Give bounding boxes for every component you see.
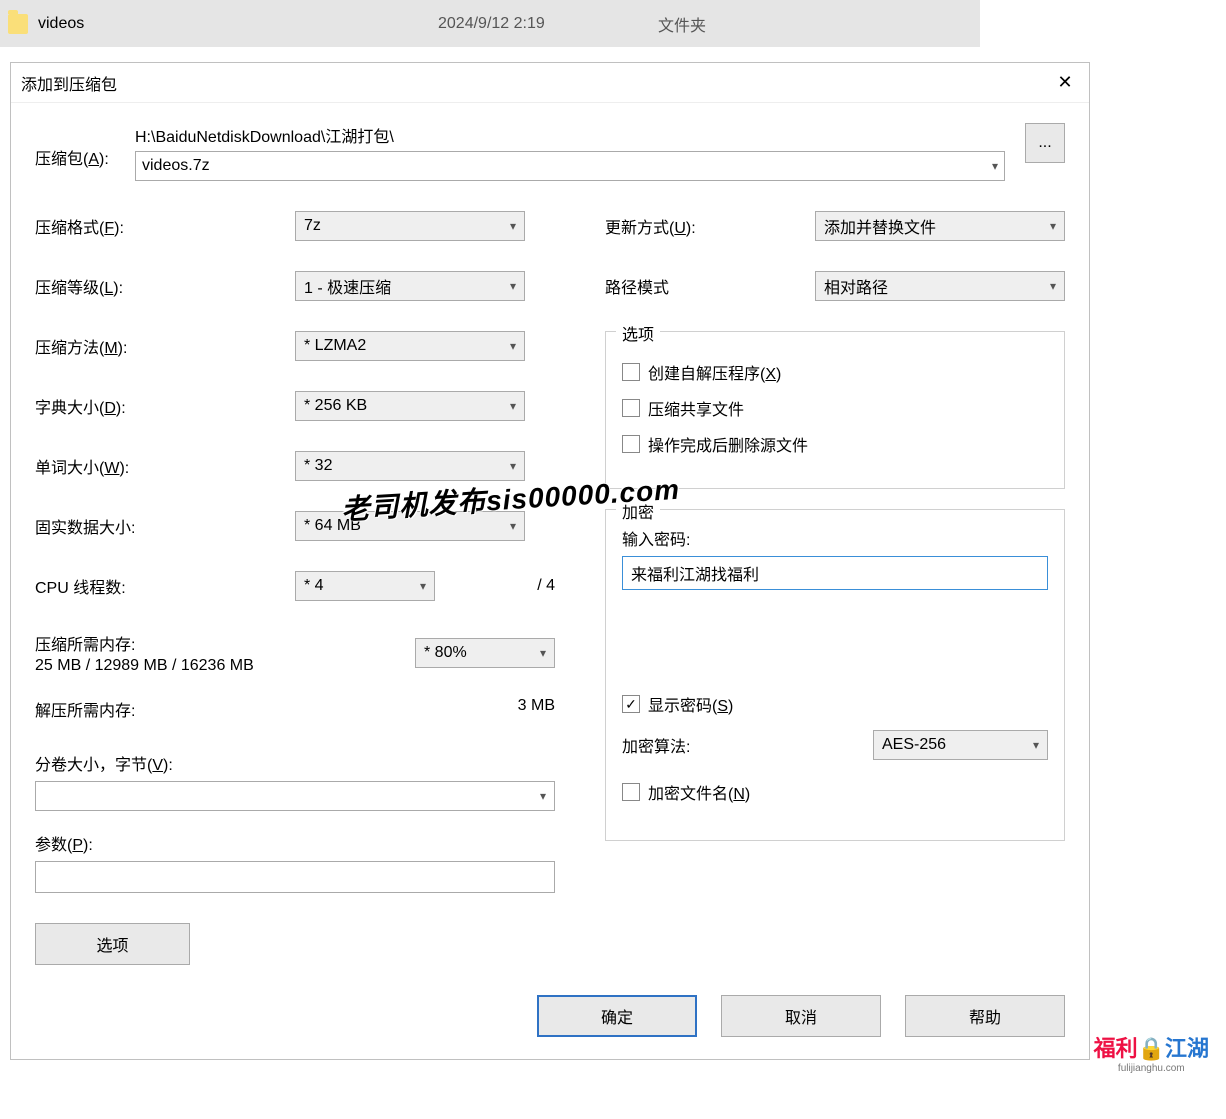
shared-checkbox[interactable] — [622, 399, 640, 417]
delete-after-label: 操作完成后删除源文件 — [648, 432, 808, 456]
chevron-down-icon: ▾ — [1050, 219, 1056, 233]
browse-button[interactable]: ... — [1025, 123, 1065, 163]
chevron-down-icon: ▾ — [510, 459, 516, 473]
chevron-down-icon: ▾ — [510, 519, 516, 533]
word-select[interactable]: * 32 ▾ — [295, 451, 525, 481]
chevron-down-icon: ▾ — [1033, 738, 1039, 752]
file-list-row[interactable]: videos 2024/9/12 2:19 文件夹 — [0, 0, 980, 47]
method-select[interactable]: * LZMA2 ▾ — [295, 331, 525, 361]
solid-label: 固实数据大小: — [35, 514, 295, 538]
enc-method-label: 加密算法: — [622, 733, 873, 757]
level-label: 压缩等级(L): — [35, 274, 295, 298]
archive-name-value: videos.7z — [142, 157, 210, 175]
pathmode-label: 路径模式 — [605, 274, 815, 298]
encryption-group: 加密 输入密码: 显示密码(S) 加密算法: AES-256 ▾ — [605, 509, 1065, 841]
archive-path: H:\BaiduNetdiskDownload\江湖打包\ — [135, 123, 1005, 147]
close-icon[interactable]: ✕ — [1051, 72, 1079, 93]
chevron-down-icon: ▾ — [510, 399, 516, 413]
file-date: 2024/9/12 2:19 — [438, 15, 658, 33]
folder-icon — [8, 14, 28, 34]
mem-comp-value: 25 MB / 12989 MB / 16236 MB — [35, 657, 415, 675]
level-select[interactable]: 1 - 极速压缩 ▾ — [295, 271, 525, 301]
delete-after-checkbox[interactable] — [622, 435, 640, 453]
dict-label: 字典大小(D): — [35, 394, 295, 418]
threads-label: CPU 线程数: — [35, 574, 295, 598]
archive-name-combo[interactable]: videos.7z ▾ — [135, 151, 1005, 181]
word-label: 单词大小(W): — [35, 454, 295, 478]
shared-label: 压缩共享文件 — [648, 396, 744, 420]
chevron-down-icon: ▾ — [540, 789, 546, 803]
show-password-checkbox[interactable] — [622, 695, 640, 713]
file-name: videos — [38, 15, 438, 33]
chevron-down-icon: ▾ — [1050, 279, 1056, 293]
encrypt-names-checkbox[interactable] — [622, 783, 640, 801]
watermark-logo: 福利🔒江湖 fulijianghu.com — [1094, 1031, 1209, 1074]
split-label: 分卷大小，字节(V): — [35, 751, 555, 775]
enc-method-select[interactable]: AES-256 ▾ — [873, 730, 1048, 760]
cancel-button[interactable]: 取消 — [721, 995, 881, 1037]
mem-comp-label: 压缩所需内存: — [35, 631, 415, 655]
update-mode-select[interactable]: 添加并替换文件 ▾ — [815, 211, 1065, 241]
format-label: 压缩格式(F): — [35, 214, 295, 238]
show-password-label: 显示密码(S) — [648, 692, 733, 716]
split-size-combo[interactable]: ▾ — [35, 781, 555, 811]
params-input[interactable] — [35, 861, 555, 893]
threads-total: / 4 — [537, 577, 555, 595]
file-type: 文件夹 — [658, 12, 758, 36]
add-to-archive-dialog: 添加到压缩包 ✕ 压缩包(A): H:\BaiduNetdiskDownload… — [10, 62, 1090, 1060]
dict-select[interactable]: * 256 KB ▾ — [295, 391, 525, 421]
mem-decomp-label: 解压所需内存: — [35, 697, 518, 721]
title-bar: 添加到压缩包 ✕ — [11, 63, 1089, 103]
password-input[interactable] — [622, 556, 1048, 590]
options-group: 选项 创建自解压程序(X) 压缩共享文件 操作完成后删除源文件 — [605, 331, 1065, 489]
dialog-title: 添加到压缩包 — [21, 71, 1051, 95]
solid-select[interactable]: * 64 MB ▾ — [295, 511, 525, 541]
options-legend: 选项 — [616, 321, 660, 345]
options-button[interactable]: 选项 — [35, 923, 190, 965]
mem-decomp-value: 3 MB — [518, 697, 555, 721]
archive-label: 压缩包(A): — [35, 123, 135, 169]
sfx-label: 创建自解压程序(X) — [648, 360, 781, 384]
help-button[interactable]: 帮助 — [905, 995, 1065, 1037]
chevron-down-icon: ▾ — [510, 339, 516, 353]
sfx-checkbox[interactable] — [622, 363, 640, 381]
chevron-down-icon: ▾ — [420, 579, 426, 593]
chevron-down-icon: ▾ — [540, 646, 546, 660]
encryption-legend: 加密 — [616, 499, 660, 523]
encrypt-names-label: 加密文件名(N) — [648, 780, 750, 804]
mem-pct-select[interactable]: * 80% ▾ — [415, 638, 555, 668]
update-label: 更新方式(U): — [605, 214, 815, 238]
chevron-down-icon: ▾ — [992, 159, 998, 173]
password-label: 输入密码: — [622, 526, 1048, 550]
pathmode-select[interactable]: 相对路径 ▾ — [815, 271, 1065, 301]
method-label: 压缩方法(M): — [35, 334, 295, 358]
params-label: 参数(P): — [35, 831, 555, 855]
format-select[interactable]: 7z ▾ — [295, 211, 525, 241]
chevron-down-icon: ▾ — [510, 219, 516, 233]
threads-select[interactable]: * 4 ▾ — [295, 571, 435, 601]
chevron-down-icon: ▾ — [510, 279, 516, 293]
ok-button[interactable]: 确定 — [537, 995, 697, 1037]
